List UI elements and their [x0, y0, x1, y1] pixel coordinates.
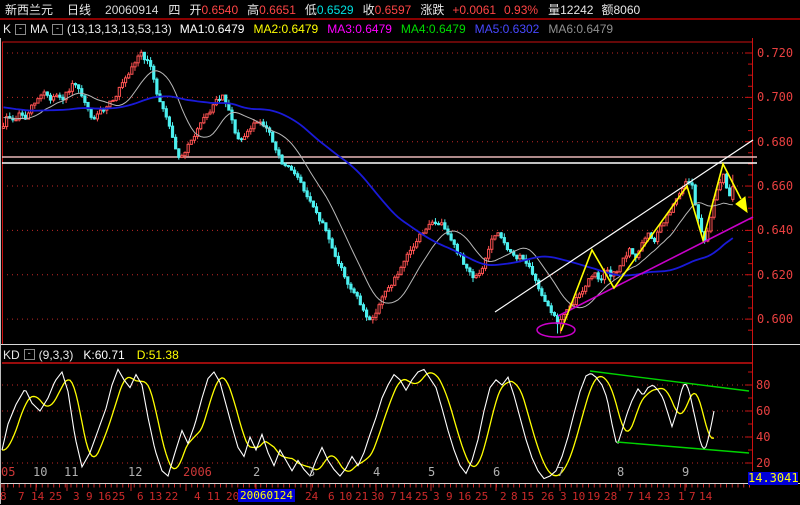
price-axis-label: 0.640	[757, 223, 794, 238]
date-label: 25	[475, 490, 489, 503]
moving-averages	[3, 70, 734, 309]
month-label: 6	[493, 465, 501, 479]
resistance-band	[2, 156, 757, 164]
month-label: 9	[682, 465, 690, 479]
yellow-arrowhead	[735, 196, 748, 214]
month-label: 12	[128, 465, 143, 479]
date-label: 14	[31, 490, 45, 503]
date-label: 2	[500, 490, 507, 503]
price-gridlines	[2, 52, 752, 320]
candlesticks	[1, 49, 735, 334]
date-label: 30	[371, 490, 385, 503]
date-label: 14	[399, 490, 413, 503]
month-label: 10	[33, 465, 48, 479]
date-label: 28	[604, 490, 618, 503]
date-label: 25	[415, 490, 429, 503]
kd-axis-label: 60	[756, 404, 771, 418]
month-label: 5	[428, 465, 436, 479]
corner-value-badge: 14.3041	[748, 471, 799, 485]
date-label: 25	[49, 490, 63, 503]
drawn-annotations	[494, 139, 754, 338]
date-label: 16	[458, 490, 472, 503]
date-label: 11	[207, 490, 221, 503]
kd-d-line	[2, 372, 715, 477]
price-axis-label: 0.600	[757, 312, 794, 327]
date-label: 1	[678, 490, 685, 503]
month-label: 7	[557, 465, 565, 479]
date-label: 7	[18, 490, 25, 503]
trading-terminal: 新西兰元 日线 20060914 四 开0.6540 高0.6651 低0.6529…	[0, 0, 800, 505]
month-label: 05	[1, 465, 16, 479]
date-label: 13	[149, 490, 163, 503]
date-label: 14	[699, 490, 713, 503]
date-label: 9	[446, 490, 453, 503]
price-axis-label: 0.680	[757, 134, 794, 149]
date-label: 25	[112, 490, 126, 503]
date-label: 26	[541, 490, 555, 503]
month-label: 2006	[183, 465, 212, 479]
date-label: 22	[165, 490, 179, 503]
price-axis-label: 0.660	[757, 179, 794, 194]
kd-panel	[1, 362, 752, 480]
date-label: 10	[339, 490, 353, 503]
date-label: 3	[433, 490, 440, 503]
price-axis-label: 0.700	[757, 90, 794, 105]
low-marker-ellipse	[536, 322, 576, 338]
kd-axis-label: 20	[756, 456, 771, 470]
date-label: 3	[560, 490, 567, 503]
date-label: 7	[689, 490, 696, 503]
price-axis-label: 0.620	[757, 267, 794, 282]
price-axis-label: 0.720	[757, 46, 794, 60]
date-label: 9	[86, 490, 93, 503]
month-label: 2	[253, 465, 261, 479]
date-label: 24	[305, 490, 319, 503]
month-label: 3	[308, 465, 316, 479]
highlighted-date-badge[interactable]: 20060124	[238, 489, 295, 502]
date-label: 6	[137, 490, 144, 503]
date-label: 7	[390, 490, 397, 503]
date-label: 19	[587, 490, 601, 503]
date-label: 16	[98, 490, 112, 503]
date-label: 14	[638, 490, 652, 503]
date-label: 10	[572, 490, 586, 503]
month-label: 11	[64, 465, 79, 479]
date-label: 4	[194, 490, 201, 503]
date-label: 7	[627, 490, 634, 503]
date-label: 23	[657, 490, 671, 503]
date-label: 8	[0, 490, 7, 503]
month-label: 8	[617, 465, 625, 479]
month-label: 4	[373, 465, 381, 479]
kd-axis-label: 80	[756, 378, 771, 392]
date-label: 6	[328, 490, 335, 503]
chart-canvas	[0, 18, 800, 504]
kd-axis-label: 40	[756, 430, 771, 444]
date-label: 15	[521, 490, 535, 503]
date-label: 21	[355, 490, 369, 503]
date-label: 8	[511, 490, 518, 503]
date-label: 3	[73, 490, 80, 503]
